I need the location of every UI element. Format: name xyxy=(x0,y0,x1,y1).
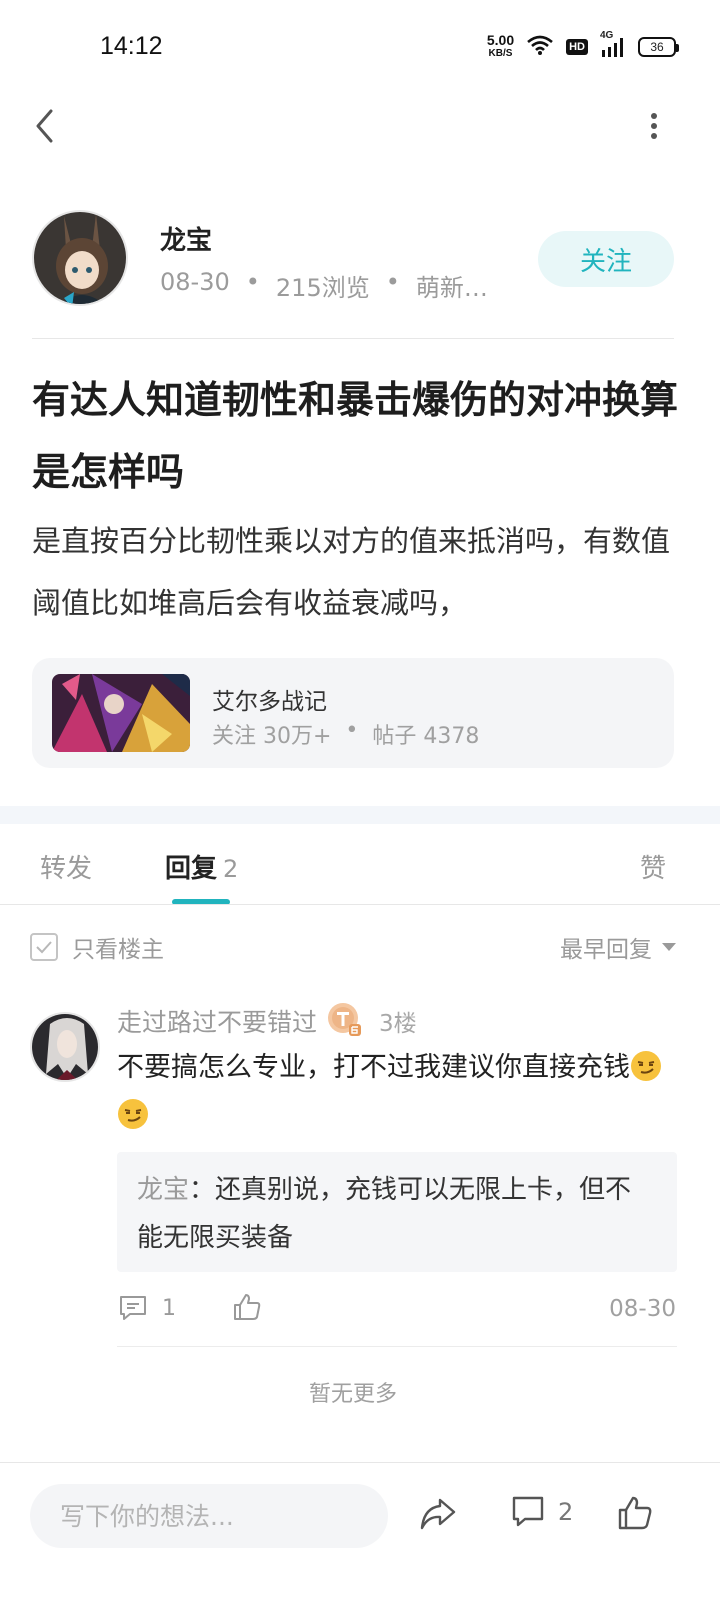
smirk-emoji-icon xyxy=(117,1098,149,1130)
sub-reply[interactable]: 龙宝：还真别说，充钱可以无限上卡，但不能无限买装备 xyxy=(117,1152,677,1272)
divider xyxy=(0,1462,720,1463)
comment-reply-button[interactable]: 1 xyxy=(118,1294,176,1322)
more-vertical-icon xyxy=(651,113,657,139)
commenter-avatar[interactable] xyxy=(30,1012,100,1082)
tab-forward[interactable]: 转发 xyxy=(40,848,92,885)
battery-indicator: 36 xyxy=(638,37,679,57)
post-body: 是直按百分比韧性乘以对方的值来抵消吗，有数值阈值比如堆高后会有收益衰减吗， xyxy=(32,524,671,620)
network-type-label: 4G xyxy=(600,30,614,41)
checkbox[interactable] xyxy=(30,933,58,961)
chevron-left-icon xyxy=(36,109,53,143)
floor-number: 3楼 xyxy=(379,1011,417,1037)
only-op-label: 只看楼主 xyxy=(72,937,164,963)
comment-input[interactable] xyxy=(30,1484,388,1548)
sub-reply-user[interactable]: 龙宝 xyxy=(137,1175,189,1205)
level-badge-icon xyxy=(327,1002,362,1040)
sort-dropdown[interactable]: 最早回复 xyxy=(560,930,676,964)
like-button[interactable] xyxy=(616,1494,654,1536)
post-date: 08-30 xyxy=(160,268,230,296)
forum-followers: 关注 30万+ xyxy=(212,724,332,749)
back-button[interactable] xyxy=(26,104,62,148)
tab-like[interactable]: 赞 xyxy=(640,848,666,885)
divider xyxy=(0,904,720,905)
only-op-toggle[interactable]: 只看楼主 xyxy=(30,930,164,964)
status-icons: 5.00 KB/S HD 4G 36 xyxy=(486,30,679,64)
comments-button[interactable]: 2 xyxy=(510,1494,573,1530)
author-meta: 08-30 • 215浏览 • 萌新… xyxy=(160,268,488,303)
comment-reply-count: 1 xyxy=(162,1295,176,1321)
comment-icon xyxy=(120,1296,146,1320)
author-avatar[interactable] xyxy=(32,210,128,306)
separator-dot: • xyxy=(245,268,260,296)
check-icon xyxy=(36,941,52,954)
divider xyxy=(32,338,674,339)
forum-card[interactable]: 艾尔多战记 关注 30万+ • 帖子 4378 xyxy=(32,658,674,768)
divider xyxy=(117,1346,677,1347)
author-name[interactable]: 龙宝 xyxy=(160,220,212,257)
network-speed-value: 5.00 xyxy=(486,32,515,48)
share-icon xyxy=(420,1498,456,1530)
hd-badge: HD xyxy=(566,39,588,55)
comment-text-content: 不要搞怎么专业，打不过我建议你直接充钱 xyxy=(117,1052,630,1083)
view-count: 215浏览 xyxy=(275,274,370,302)
commenter-name[interactable]: 走过路过不要错过 xyxy=(117,1003,317,1039)
no-more-text: 暂无更多 xyxy=(308,1382,397,1407)
comments-count: 2 xyxy=(558,1498,574,1526)
section-separator xyxy=(0,806,720,824)
forum-thumbnail xyxy=(52,674,190,752)
tab-reply[interactable]: 回复 2 xyxy=(165,848,238,885)
comment-icon xyxy=(512,1496,544,1527)
caret-down-icon xyxy=(662,943,676,951)
comment-header: 走过路过不要错过 3楼 xyxy=(117,1002,417,1040)
share-button[interactable] xyxy=(418,1494,458,1538)
tab-reply-label: 回复 xyxy=(165,854,218,884)
sub-reply-text: ：还真别说，充钱可以无限上卡，但不能无限买装备 xyxy=(137,1175,632,1253)
comment-like-button[interactable] xyxy=(232,1292,262,1326)
wifi-icon xyxy=(526,34,554,60)
thumbs-up-icon xyxy=(618,1496,652,1530)
network-speed-unit: KB/S xyxy=(488,48,513,59)
thumbs-up-icon xyxy=(234,1294,261,1320)
separator-dot: • xyxy=(385,268,400,296)
smirk-emoji-icon xyxy=(630,1050,662,1082)
cellular-signal-icon: 4G xyxy=(600,30,626,58)
comment-date: 08-30 xyxy=(609,1296,676,1322)
sort-label: 最早回复 xyxy=(560,937,652,963)
comment-text: 不要搞怎么专业，打不过我建议你直接充钱 xyxy=(117,1044,682,1140)
forum-name: 艾尔多战记 xyxy=(212,689,327,715)
follow-button[interactable]: 关注 xyxy=(538,231,674,287)
forum-posts: 帖子 4378 xyxy=(372,724,480,749)
status-time: 14:12 xyxy=(100,32,163,60)
more-options-button[interactable] xyxy=(640,108,668,144)
post-title: 有达人知道韧性和暴击爆伤的对冲换算是怎样吗 xyxy=(32,378,679,494)
forum-stats: 关注 30万+ • 帖子 4378 xyxy=(212,718,479,750)
tab-reply-count: 2 xyxy=(223,855,239,883)
separator-dot: • xyxy=(345,718,359,743)
network-speed: 5.00 KB/S xyxy=(486,32,515,60)
author-tag: 萌新… xyxy=(415,274,488,302)
